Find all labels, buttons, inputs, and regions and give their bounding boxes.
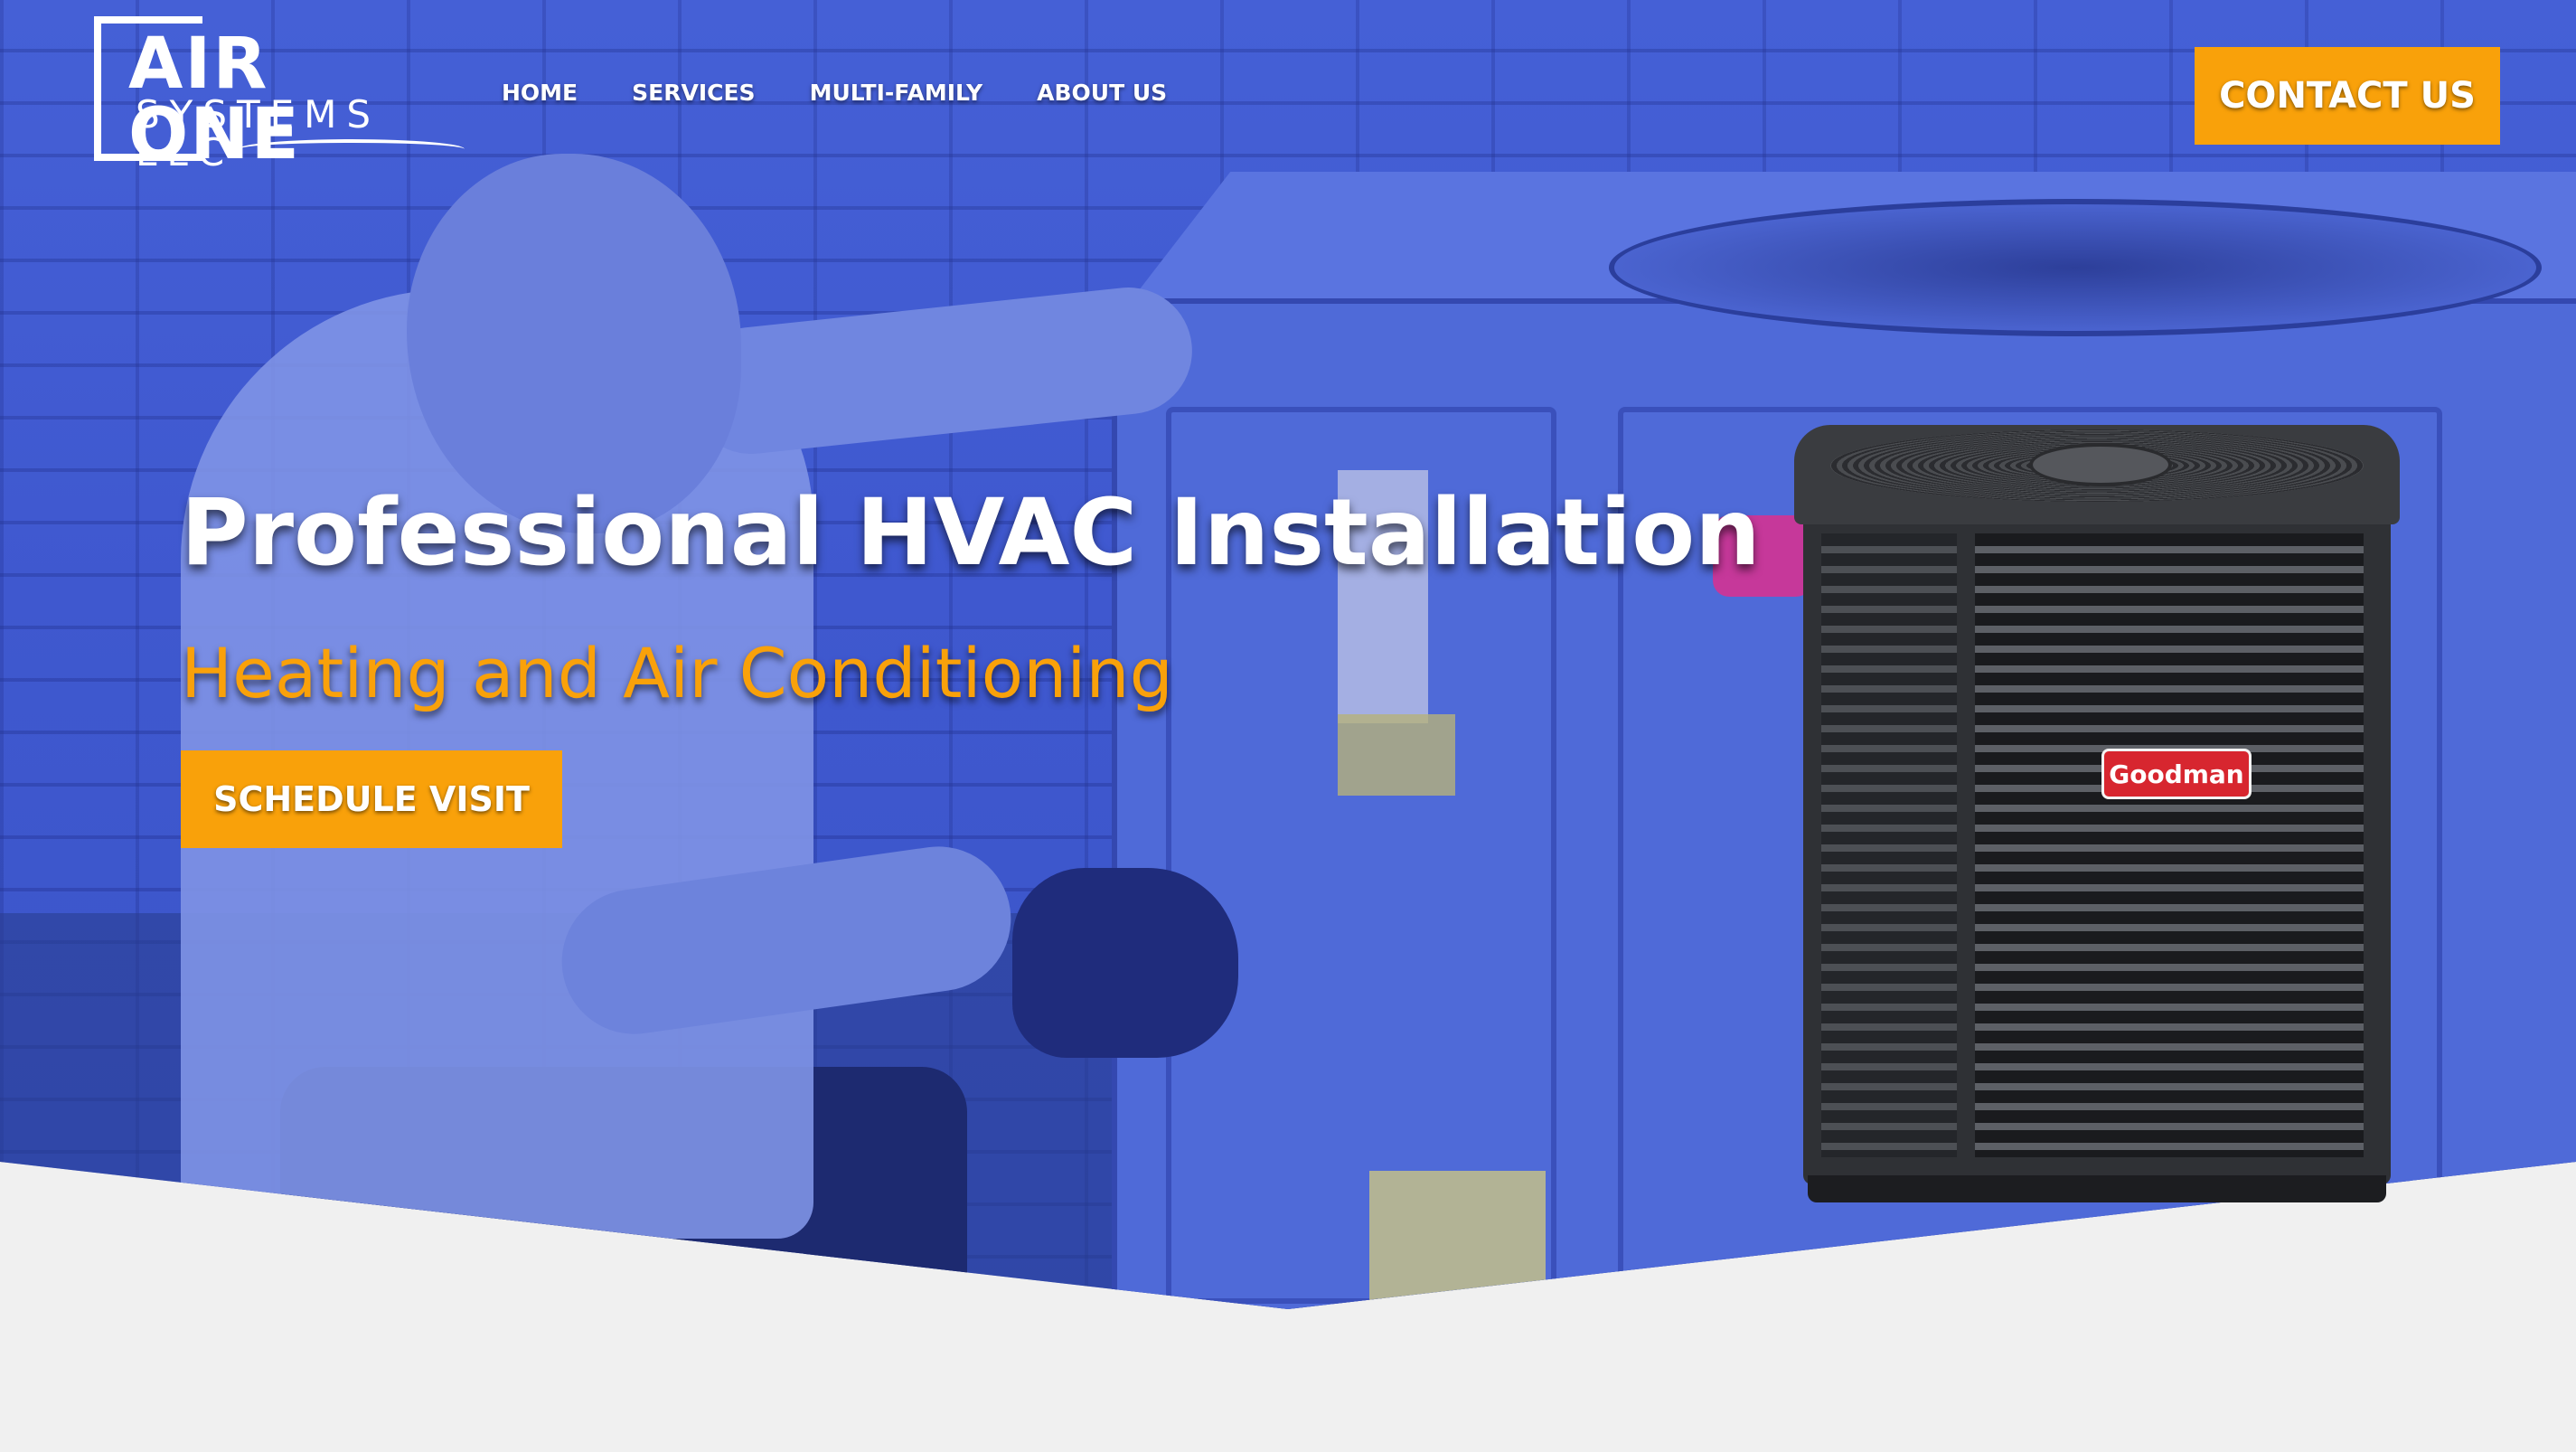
ac-base — [1808, 1175, 2386, 1202]
logo-subtitle: SYSTEMS LLC — [136, 92, 381, 174]
nav-item-about-us[interactable]: ABOUT US — [1037, 80, 1167, 106]
nav-item-services[interactable]: SERVICES — [632, 80, 755, 106]
goodman-brand-badge: Goodman — [2101, 749, 2252, 799]
ac-fan-hub — [2029, 443, 2172, 486]
schedule-visit-button[interactable]: SCHEDULE VISIT — [181, 750, 562, 848]
ac-condenser-image: Goodman — [1794, 425, 2400, 1202]
contact-us-button[interactable]: CONTACT US — [2195, 47, 2500, 145]
energy-guide-sticker — [1369, 1171, 1546, 1306]
ac-grille-side — [1821, 533, 1957, 1157]
logo-wave-icon — [239, 139, 465, 159]
ac-grille-front — [1975, 533, 2364, 1157]
company-logo[interactable]: AIR ONE SYSTEMS LLC — [94, 16, 466, 172]
background-unit-sticker — [1338, 714, 1455, 796]
main-navigation: HOME SERVICES MULTI-FAMILY ABOUT US — [502, 80, 1221, 106]
background-hvac-fan — [1609, 199, 2542, 336]
hero-title: Professional HVAC Installation — [181, 479, 1761, 587]
nav-item-home[interactable]: HOME — [502, 80, 578, 106]
hero-subtitle: Heating and Air Conditioning — [181, 633, 1173, 713]
ac-top — [1794, 425, 2400, 524]
page-content-area — [0, 1311, 2576, 1452]
technician-glove — [1012, 868, 1238, 1058]
nav-item-multi-family[interactable]: MULTI-FAMILY — [810, 80, 983, 106]
